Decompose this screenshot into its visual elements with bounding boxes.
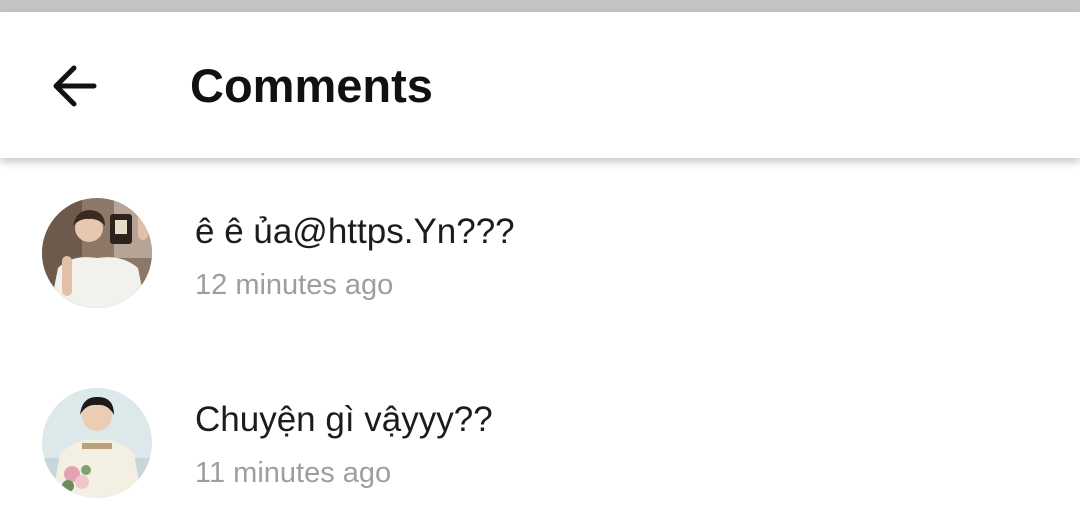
status-bar-strip <box>0 0 1080 12</box>
user-avatar-photo <box>42 388 152 498</box>
avatar[interactable] <box>42 198 152 308</box>
comment-list[interactable]: ê ê ủa@https.Yn??? 12 minutes ago Chuyện… <box>0 158 1080 513</box>
comment-item[interactable]: Chuyện gì vậyyy?? 11 minutes ago <box>0 376 1080 513</box>
user-avatar-photo <box>42 198 152 308</box>
comment-item[interactable]: ê ê ủa@https.Yn??? 12 minutes ago <box>0 188 1080 338</box>
comment-text: Chuyện gì vậyyy?? <box>195 400 493 439</box>
back-button[interactable] <box>40 52 108 120</box>
arrow-left-icon <box>53 65 97 107</box>
avatar[interactable] <box>42 388 152 498</box>
app-bar: Comments <box>0 12 1080 158</box>
comment-text: ê ê ủa@https.Yn??? <box>195 212 515 251</box>
comment-timestamp: 11 minutes ago <box>195 457 392 489</box>
page-title: Comments <box>190 59 433 112</box>
comment-timestamp: 12 minutes ago <box>195 269 394 301</box>
